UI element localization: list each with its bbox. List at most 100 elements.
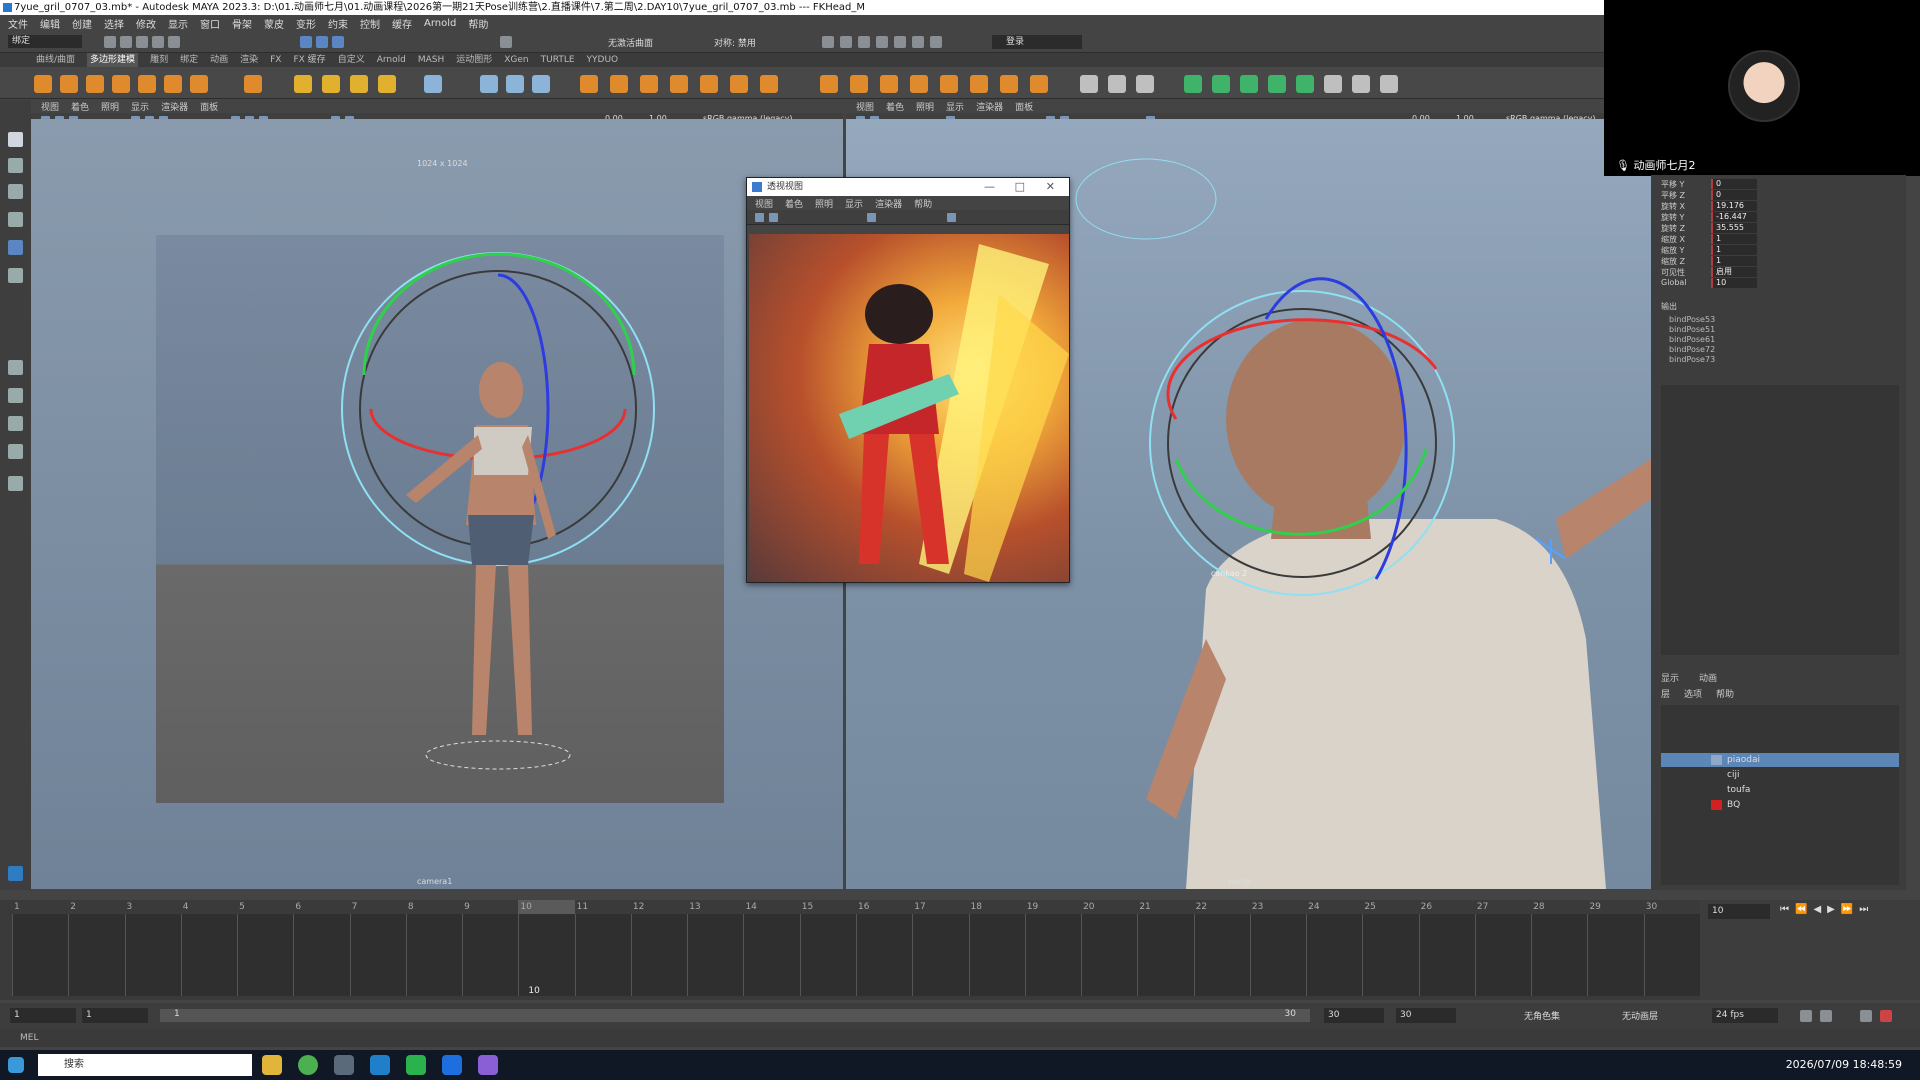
layer-menu-item[interactable]: 层 bbox=[1661, 687, 1670, 700]
mirror-icon[interactable] bbox=[610, 75, 628, 93]
channel-attribute[interactable]: 缩放 Y 1 bbox=[1661, 245, 1757, 256]
symmetry-label[interactable]: 对称: 禁用 bbox=[714, 36, 756, 49]
range-slider[interactable]: 1 30 bbox=[160, 1009, 1310, 1022]
connect-icon[interactable] bbox=[880, 75, 898, 93]
shelf-tab[interactable]: FX 缓存 bbox=[293, 53, 325, 67]
poly-sphere-icon[interactable] bbox=[34, 75, 52, 93]
time-slider[interactable]: 1 2 3 4 5 6 7 8 9 10 11 12 13 14 15 16 17 18 19 20 21 22 23 24 2… bbox=[0, 900, 1700, 1000]
sweep-icon[interactable] bbox=[322, 75, 340, 93]
panel-menu-item[interactable]: 渲染器 bbox=[161, 100, 188, 113]
playback-start-field[interactable]: 1 bbox=[82, 1008, 148, 1023]
layer-color-swatch[interactable] bbox=[1711, 770, 1722, 780]
cleanup-icon[interactable] bbox=[1030, 75, 1048, 93]
uv-unfold-icon[interactable] bbox=[1296, 75, 1314, 93]
text-icon[interactable] bbox=[350, 75, 368, 93]
shelf-tab[interactable]: 渲染 bbox=[240, 53, 258, 67]
uv-layout-icon[interactable] bbox=[1324, 75, 1342, 93]
uv-editor-icon[interactable] bbox=[424, 75, 442, 93]
panel-menu-item[interactable]: 显示 bbox=[131, 100, 149, 113]
snap-curve-icon[interactable] bbox=[316, 36, 328, 48]
single-view-icon[interactable] bbox=[8, 360, 23, 375]
channel-attribute[interactable]: 旋转 Y -16.447 bbox=[1661, 212, 1757, 223]
menu-item[interactable]: 文件 bbox=[8, 16, 28, 31]
fps-dropdown[interactable]: 24 fps bbox=[1712, 1008, 1778, 1023]
minimize-icon[interactable]: — bbox=[984, 178, 995, 196]
tab-display[interactable]: 显示 bbox=[1661, 671, 1679, 684]
playback-end-field[interactable]: 30 bbox=[1324, 1008, 1384, 1023]
shelf-tab-active[interactable]: 多边形建模 bbox=[87, 53, 139, 67]
shelf-tab[interactable]: 曲线/曲面 bbox=[36, 53, 75, 67]
control-curve[interactable] bbox=[1075, 158, 1217, 240]
channel-value[interactable]: 10 bbox=[1711, 278, 1757, 288]
menu-item[interactable]: 窗口 bbox=[200, 16, 220, 31]
platonic-icon[interactable] bbox=[244, 75, 262, 93]
output-node[interactable]: bindPose51 bbox=[1669, 325, 1715, 334]
menu-item[interactable]: 约束 bbox=[328, 16, 348, 31]
layer-color-swatch[interactable] bbox=[1711, 755, 1722, 765]
shelf-tab[interactable]: 绑定 bbox=[180, 53, 198, 67]
uv-cylinder-icon[interactable] bbox=[1212, 75, 1230, 93]
combine-icon[interactable] bbox=[480, 75, 498, 93]
uv-auto-icon[interactable] bbox=[1268, 75, 1286, 93]
maximize-icon[interactable]: □ bbox=[1015, 178, 1025, 196]
separate-icon[interactable] bbox=[506, 75, 524, 93]
menu-item[interactable]: 蒙皮 bbox=[264, 16, 284, 31]
menu-item[interactable]: 选择 bbox=[104, 16, 124, 31]
open-scene-icon[interactable] bbox=[120, 36, 132, 48]
uv-sphere-icon[interactable] bbox=[1240, 75, 1258, 93]
rotate-z-axis[interactable] bbox=[362, 252, 636, 376]
poly-cube-icon[interactable] bbox=[60, 75, 78, 93]
shelf-tab[interactable]: 运动图形 bbox=[456, 53, 492, 67]
windows-start-icon[interactable] bbox=[8, 1057, 24, 1073]
shelf-tab[interactable]: 动画 bbox=[210, 53, 228, 67]
smooth-icon[interactable] bbox=[532, 75, 550, 93]
file-explorer-icon[interactable] bbox=[262, 1055, 282, 1075]
shelf-tab[interactable]: FX bbox=[270, 53, 281, 67]
fill-hole-icon[interactable] bbox=[730, 75, 748, 93]
paint-icon[interactable] bbox=[1108, 75, 1126, 93]
display-layer-row[interactable]: piaodai bbox=[1661, 753, 1899, 767]
menu-set-dropdown[interactable]: 绑定 bbox=[8, 35, 82, 48]
menu-item[interactable]: 控制 bbox=[360, 16, 380, 31]
character-set-dropdown[interactable]: 无角色集 bbox=[1524, 1009, 1560, 1022]
svg-icon[interactable] bbox=[378, 75, 396, 93]
paint-select-icon[interactable] bbox=[8, 184, 23, 199]
channel-value[interactable]: 0 bbox=[1711, 179, 1757, 189]
app-icon[interactable] bbox=[478, 1055, 498, 1075]
lock-camera-icon[interactable] bbox=[769, 213, 778, 222]
shelf-tab[interactable]: 雕刻 bbox=[150, 53, 168, 67]
system-clock[interactable]: 2026/07/09 18:48:59 bbox=[1786, 1058, 1902, 1071]
layer-menu-item[interactable]: 选项 bbox=[1684, 687, 1702, 700]
render-frame-icon[interactable] bbox=[822, 36, 834, 48]
live-surface-label[interactable]: 无激活曲面 bbox=[608, 36, 653, 49]
ipr-render-icon[interactable] bbox=[840, 36, 852, 48]
panel-menu-item[interactable]: 视图 bbox=[856, 100, 874, 113]
time-track[interactable] bbox=[12, 914, 1700, 996]
move-tool-icon[interactable] bbox=[8, 212, 23, 227]
outliner-view-icon[interactable] bbox=[8, 444, 23, 459]
layer-menu-item[interactable]: 帮助 bbox=[1716, 687, 1734, 700]
display-layer-row[interactable]: toufa bbox=[1661, 783, 1899, 797]
login-dropdown[interactable]: 登录 bbox=[992, 35, 1082, 49]
new-scene-icon[interactable] bbox=[104, 36, 116, 48]
command-line[interactable]: MEL bbox=[0, 1029, 1920, 1047]
sound-icon[interactable] bbox=[1860, 1010, 1872, 1022]
target-weld-icon[interactable] bbox=[850, 75, 868, 93]
poly-disc-icon[interactable] bbox=[190, 75, 208, 93]
append-icon[interactable] bbox=[760, 75, 778, 93]
menu-item[interactable]: 修改 bbox=[136, 16, 156, 31]
extrude-icon[interactable] bbox=[670, 75, 688, 93]
channel-attribute[interactable]: 可见性 启用 bbox=[1661, 267, 1757, 278]
channel-attribute[interactable]: 缩放 Z 1 bbox=[1661, 256, 1757, 267]
wechat-icon[interactable] bbox=[406, 1055, 426, 1075]
relax-icon[interactable] bbox=[1136, 75, 1154, 93]
snap-grid-icon[interactable] bbox=[300, 36, 312, 48]
panel-menu-item[interactable]: 显示 bbox=[845, 197, 863, 210]
panel-menu-item[interactable]: 渲染器 bbox=[875, 197, 902, 210]
undo-icon[interactable] bbox=[152, 36, 164, 48]
output-node[interactable]: bindPose72 bbox=[1669, 345, 1715, 354]
channel-value[interactable]: 1 bbox=[1711, 234, 1757, 244]
playback-buttons[interactable]: ⏮⏪◀▶⏩⏭ bbox=[1780, 904, 1874, 915]
root-control[interactable] bbox=[425, 740, 571, 770]
channel-attribute[interactable]: 旋转 Z 35.555 bbox=[1661, 223, 1757, 234]
